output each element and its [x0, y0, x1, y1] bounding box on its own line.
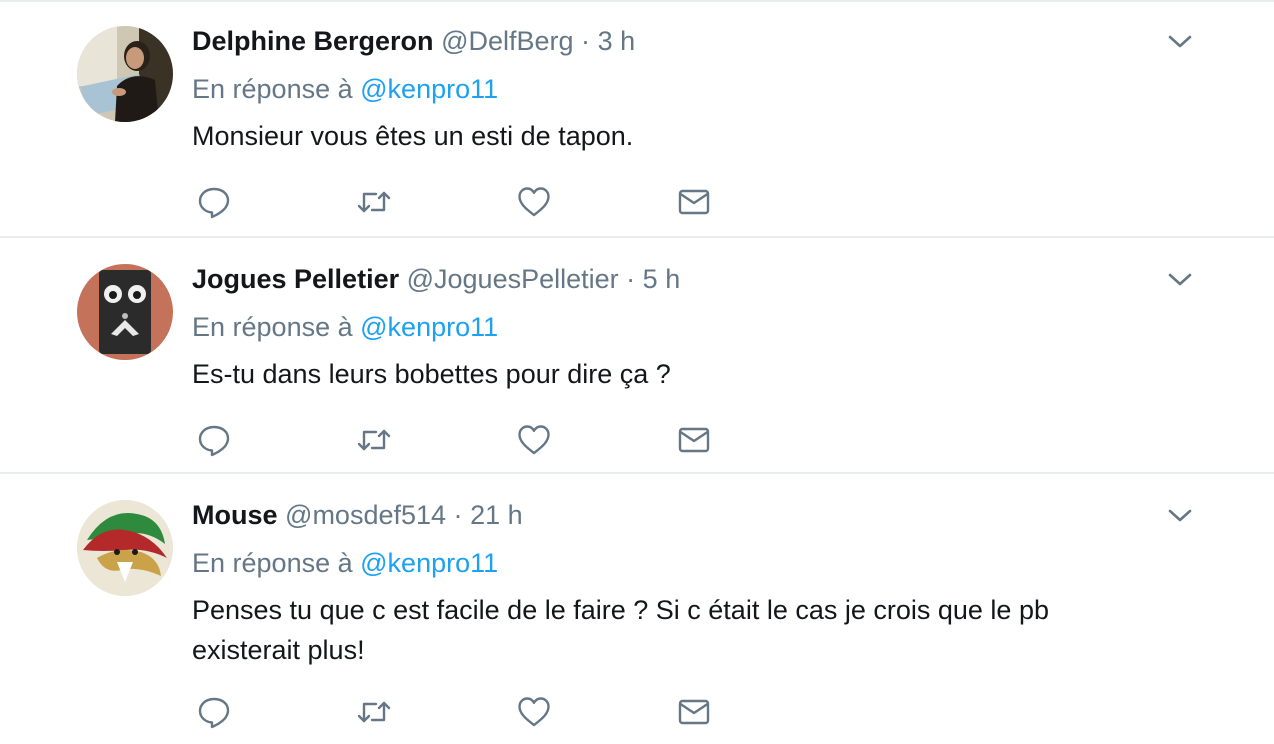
avatar-image [77, 500, 173, 596]
author-handle[interactable]: @DelfBerg [441, 26, 573, 56]
timestamp[interactable]: 21 h [470, 500, 523, 530]
chevron-down-icon [1168, 35, 1192, 48]
heart-icon [518, 425, 550, 455]
tweet-text: Penses tu que c est facile de le faire ?… [192, 595, 1049, 665]
direct-message-button[interactable] [676, 184, 712, 220]
avatar[interactable] [77, 26, 173, 122]
reply-button[interactable] [196, 422, 232, 458]
reply-mention-link[interactable]: @kenpro11 [360, 74, 498, 104]
tweet-actions [196, 422, 736, 458]
heart-icon [518, 187, 550, 217]
tweet-header: Jogues Pelletier @JoguesPelletier · 5 h [192, 262, 680, 296]
reply-icon [198, 425, 230, 457]
envelope-icon [678, 427, 710, 453]
retweet-button[interactable] [356, 694, 392, 730]
reply-prefix: En réponse à [192, 312, 353, 342]
avatar[interactable] [77, 264, 173, 360]
reply-button[interactable] [196, 184, 232, 220]
chevron-down-icon [1168, 273, 1192, 286]
tweet-text: Monsieur vous êtes un esti de tapon. [192, 121, 634, 151]
reply-prefix: En réponse à [192, 74, 353, 104]
tweet-text: Es-tu dans leurs bobettes pour dire ça ? [192, 359, 671, 389]
tweet-header: Mouse @mosdef514 · 21 h [192, 498, 523, 532]
tweet-actions [196, 184, 736, 220]
like-button[interactable] [516, 184, 552, 220]
avatar-image [77, 26, 173, 122]
avatar[interactable] [77, 500, 173, 596]
direct-message-button[interactable] [676, 422, 712, 458]
author-name[interactable]: Jogues Pelletier [192, 264, 399, 294]
retweet-icon [357, 701, 391, 723]
reply-context: En réponse à @kenpro11 [192, 310, 498, 344]
more-menu-button[interactable] [1166, 30, 1194, 52]
envelope-icon [678, 699, 710, 725]
timestamp[interactable]: 3 h [598, 26, 636, 56]
reply-icon [198, 697, 230, 729]
reply-mention-link[interactable]: @kenpro11 [360, 312, 498, 342]
more-menu-button[interactable] [1166, 504, 1194, 526]
timestamp[interactable]: 5 h [643, 264, 681, 294]
tweet[interactable]: Mouse @mosdef514 · 21 h En réponse à @ke… [0, 474, 1274, 744]
author-name[interactable]: Delphine Bergeron [192, 26, 434, 56]
reply-mention-link[interactable]: @kenpro11 [360, 548, 498, 578]
author-handle[interactable]: @JoguesPelletier [407, 264, 619, 294]
envelope-icon [678, 189, 710, 215]
reply-context: En réponse à @kenpro11 [192, 546, 498, 580]
like-button[interactable] [516, 422, 552, 458]
reply-context: En réponse à @kenpro11 [192, 72, 498, 106]
tweet[interactable]: Delphine Bergeron @DelfBerg · 3 h En rép… [0, 0, 1274, 238]
retweet-icon [357, 191, 391, 213]
direct-message-button[interactable] [676, 694, 712, 730]
author-handle[interactable]: @mosdef514 [285, 500, 446, 530]
reply-icon [198, 187, 230, 219]
tweet-header: Delphine Bergeron @DelfBerg · 3 h [192, 24, 635, 58]
reply-prefix: En réponse à [192, 548, 353, 578]
tweet-actions [196, 694, 736, 730]
tweet[interactable]: Jogues Pelletier @JoguesPelletier · 5 h … [0, 238, 1274, 474]
heart-icon [518, 697, 550, 727]
chevron-down-icon [1168, 509, 1192, 522]
reply-button[interactable] [196, 694, 232, 730]
separator-dot: · [626, 264, 636, 294]
separator-dot: · [581, 26, 591, 56]
retweet-button[interactable] [356, 422, 392, 458]
avatar-image [77, 264, 173, 360]
retweet-button[interactable] [356, 184, 392, 220]
author-name[interactable]: Mouse [192, 500, 278, 530]
like-button[interactable] [516, 694, 552, 730]
more-menu-button[interactable] [1166, 268, 1194, 290]
separator-dot: · [453, 500, 463, 530]
retweet-icon [357, 429, 391, 451]
